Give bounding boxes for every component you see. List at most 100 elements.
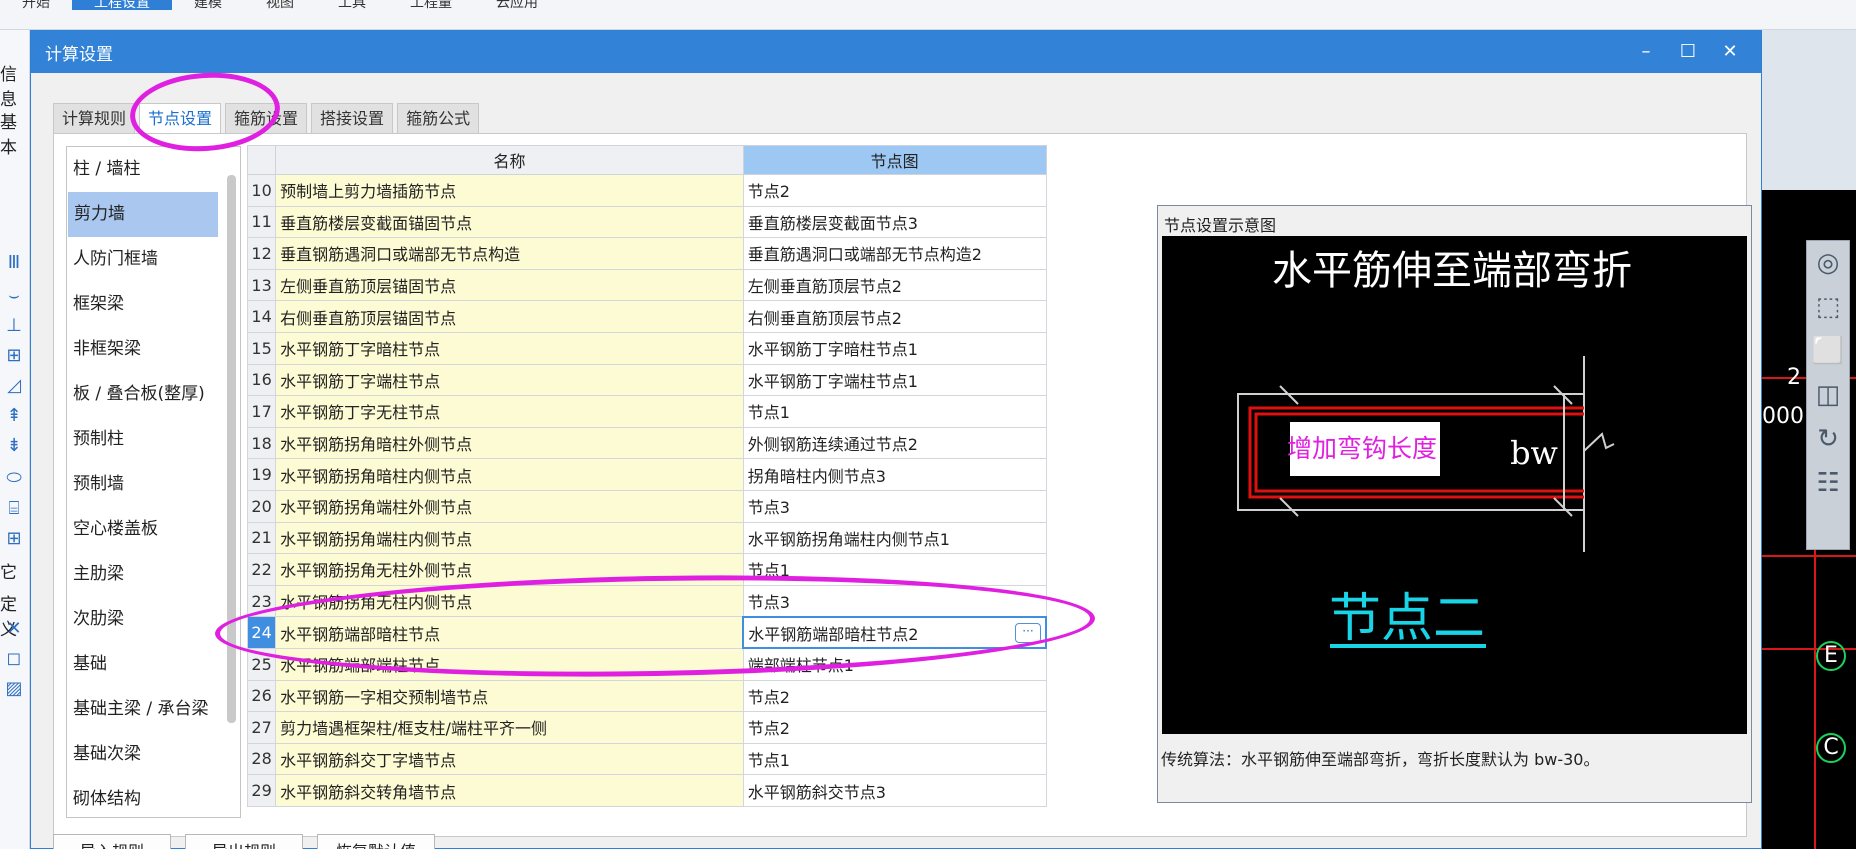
maximize-icon[interactable]: ☐ xyxy=(1667,31,1709,73)
import-rules-button[interactable]: 导入规则 xyxy=(53,834,171,849)
row-node-cell[interactable]: 水平钢筋拐角端柱内侧节点1 xyxy=(742,521,1047,555)
category-main-rib-beam[interactable]: 主肋梁 xyxy=(67,552,240,597)
category-shear-wall[interactable]: 剪力墙 xyxy=(68,192,218,237)
layer-icon[interactable]: ☷ xyxy=(1807,461,1849,505)
view-3d-icon[interactable]: ⬚ xyxy=(1807,285,1849,329)
row-node-cell[interactable]: 拐角暗柱内侧节点3 xyxy=(742,458,1047,491)
table-row[interactable]: 20 水平钢筋拐角端柱外侧节点 节点3 xyxy=(246,489,1047,523)
tab-lap-settings[interactable]: 搭接设置 xyxy=(311,103,394,133)
table-row[interactable]: 14 右侧垂直筋顶层锚固节点 右侧垂直筋顶层节点2 xyxy=(246,300,1047,333)
row-node-cell[interactable]: 节点1 xyxy=(742,395,1047,428)
table-row[interactable]: 24 水平钢筋端部暗柱节点 水平钢筋端部暗柱节点2 ··· xyxy=(246,615,1047,650)
category-foundation[interactable]: 基础 xyxy=(67,642,240,687)
rotate-icon[interactable]: ↻ xyxy=(1807,417,1849,461)
app-drawing-canvas[interactable]: 2 000 G E C ◎ ⬚ ⬜ ◫ ↻ ☷ xyxy=(1762,30,1856,849)
row-node-cell[interactable]: 水平钢筋端部暗柱节点2 ··· xyxy=(742,615,1047,650)
table-row[interactable]: 11 垂直筋楼层变截面锚固节点 垂直筋楼层变截面节点3 xyxy=(246,205,1047,239)
node-diagram-column-header[interactable]: 节点图 xyxy=(742,145,1047,175)
category-foundation-main-beam[interactable]: 基础主梁 / 承台梁 xyxy=(67,687,240,732)
window-controls: – ☐ ✕ xyxy=(1625,31,1751,73)
table-row[interactable]: 21 水平钢筋拐角端柱内侧节点 水平钢筋拐角端柱内侧节点1 xyxy=(246,521,1047,555)
category-precast-column[interactable]: 预制柱 xyxy=(67,417,240,462)
category-scrollbar[interactable] xyxy=(227,175,236,723)
column-icon[interactable]: ⊞ xyxy=(3,345,25,367)
table-row[interactable]: 28 水平钢筋斜交丁字墙节点 节点1 xyxy=(246,742,1047,776)
grid-icon[interactable]: ⊞ xyxy=(3,528,25,550)
category-foundation-secondary-beam[interactable]: 基础次梁 xyxy=(67,732,240,777)
row-node-cell[interactable]: 左侧垂直筋顶层节点2 xyxy=(742,268,1047,302)
menu-project-settings[interactable]: 工程设置 xyxy=(72,0,172,11)
row-node-cell[interactable]: 节点3 xyxy=(742,584,1047,618)
table-row[interactable]: 19 水平钢筋拐角暗柱内侧节点 拐角暗柱内侧节点3 xyxy=(246,458,1047,491)
row-node-cell[interactable]: 右侧垂直筋顶层节点2 xyxy=(742,300,1047,333)
category-slab[interactable]: 板 / 叠合板(整厚) xyxy=(67,372,240,417)
row-node-cell[interactable]: 外侧钢筋连续通过节点2 xyxy=(742,426,1047,460)
row-node-cell[interactable]: 垂直筋楼层变截面节点3 xyxy=(742,205,1047,239)
table-row[interactable]: 12 垂直钢筋遇洞口或端部无节点构造 垂直筋遇洞口或端部无节点构造2 xyxy=(246,237,1047,270)
table-row[interactable]: 23 水平钢筋拐角无柱内侧节点 节点3 xyxy=(246,584,1047,618)
category-frame-beam[interactable]: 框架梁 xyxy=(67,282,240,327)
table-row[interactable]: 15 水平钢筋丁字暗柱节点 水平钢筋丁字暗柱节点1 xyxy=(246,331,1047,365)
beam-icon[interactable]: ⌣ xyxy=(3,285,25,307)
orbit-icon[interactable]: ◎ xyxy=(1807,241,1849,285)
table-row[interactable]: 18 水平钢筋拐角暗柱外侧节点 外侧钢筋连续通过节点2 xyxy=(246,426,1047,460)
table-row[interactable]: 16 水平钢筋丁字端柱节点 水平钢筋丁字端柱节点1 xyxy=(246,363,1047,397)
minimize-icon[interactable]: – xyxy=(1625,31,1667,73)
category-masonry[interactable]: 砌体结构 xyxy=(67,777,240,817)
cube-icon[interactable]: ⬜ xyxy=(1807,329,1849,373)
category-civil-defense-door-wall[interactable]: 人防门框墙 xyxy=(67,237,240,282)
foundation-icon[interactable]: ⇟ xyxy=(3,435,25,457)
table-row[interactable]: 27 剪力墙遇框架柱/框支柱/端柱平齐一侧 节点2 xyxy=(246,711,1047,744)
row-node-cell[interactable]: 节点2 xyxy=(742,711,1047,744)
table-row[interactable]: 13 左侧垂直筋顶层锚固节点 左侧垂直筋顶层节点2 xyxy=(246,268,1047,302)
table-row[interactable]: 10 预制墙上剪力墙插筋节点 节点2 xyxy=(246,174,1047,207)
menu-quantity[interactable]: 工程量 xyxy=(388,0,474,11)
row-node-cell[interactable]: 水平钢筋斜交节点3 xyxy=(742,774,1047,807)
tab-stirrup-settings[interactable]: 箍筋设置 xyxy=(225,103,308,133)
menu-start[interactable]: 开始 xyxy=(0,0,72,11)
tab-calc-rules[interactable]: 计算规则 xyxy=(53,103,136,133)
row-node-cell[interactable]: 节点1 xyxy=(742,553,1047,586)
row-node-cell[interactable]: 节点2 xyxy=(742,679,1047,713)
stair-icon[interactable]: ◿ xyxy=(3,375,25,397)
category-precast-wall[interactable]: 预制墙 xyxy=(67,462,240,507)
export-rules-button[interactable]: 导出规则 xyxy=(185,834,303,849)
restore-defaults-button[interactable]: 恢复默认值 xyxy=(317,834,435,849)
name-column-header[interactable]: 名称 xyxy=(275,145,744,175)
slab-icon[interactable]: ⊥ xyxy=(3,315,25,337)
category-hollow-floor[interactable]: 空心楼盖板 xyxy=(67,507,240,552)
row-node-cell[interactable]: 垂直筋遇洞口或端部无节点构造2 xyxy=(742,237,1047,270)
menu-modeling[interactable]: 建模 xyxy=(172,0,244,11)
row-node-cell[interactable]: 水平钢筋丁字暗柱节点1 xyxy=(742,331,1047,365)
row-node-cell[interactable]: 水平钢筋丁字端柱节点1 xyxy=(742,363,1047,397)
pile-icon[interactable]: ⬭ xyxy=(3,467,25,489)
table-row[interactable]: 25 水平钢筋端部端柱节点 端部端柱节点1 xyxy=(246,647,1047,681)
wall-icon[interactable]: Ⅲ xyxy=(3,252,25,274)
row-node-value: 水平钢筋丁字端柱节点1 xyxy=(747,371,918,391)
category-secondary-rib-beam[interactable]: 次肋梁 xyxy=(67,597,240,642)
cap-icon[interactable]: ⌸ xyxy=(3,498,25,520)
tab-stirrup-formula[interactable]: 箍筋公式 xyxy=(397,103,480,133)
row-node-cell[interactable]: 节点2 xyxy=(742,174,1047,207)
box-icon[interactable]: ◫ xyxy=(1807,373,1849,417)
cross-icon[interactable]: ✕ xyxy=(3,618,25,640)
table-row[interactable]: 22 水平钢筋拐角无柱外侧节点 节点1 xyxy=(246,553,1047,586)
category-non-frame-beam[interactable]: 非框架梁 xyxy=(67,327,240,372)
row-node-cell[interactable]: 端部端柱节点1 xyxy=(742,647,1047,681)
menu-view[interactable]: 视图 xyxy=(244,0,316,11)
category-column[interactable]: 柱 / 墙柱 xyxy=(67,147,240,192)
table-row[interactable]: 29 水平钢筋斜交转角墙节点 水平钢筋斜交节点3 xyxy=(246,774,1047,807)
row-node-cell[interactable]: 节点3 xyxy=(742,489,1047,523)
hatch-icon[interactable]: ▨ xyxy=(3,678,25,700)
menu-tools[interactable]: 工具 xyxy=(316,0,388,11)
tab-node-settings[interactable]: 节点设置 xyxy=(139,103,222,134)
frame-icon[interactable]: ◻ xyxy=(3,648,25,670)
table-row[interactable]: 17 水平钢筋丁字无柱节点 节点1 xyxy=(246,395,1047,428)
opening-icon[interactable]: ⇞ xyxy=(3,405,25,427)
dialog-titlebar[interactable]: 计算设置 – ☐ ✕ xyxy=(31,31,1761,73)
close-icon[interactable]: ✕ xyxy=(1709,31,1751,73)
table-row[interactable]: 26 水平钢筋一字相交预制墙节点 节点2 xyxy=(246,679,1047,713)
menu-cloud[interactable]: 云应用 xyxy=(474,0,560,11)
row-node-cell[interactable]: 节点1 xyxy=(742,742,1047,776)
ellipsis-button[interactable]: ··· xyxy=(1015,622,1041,643)
